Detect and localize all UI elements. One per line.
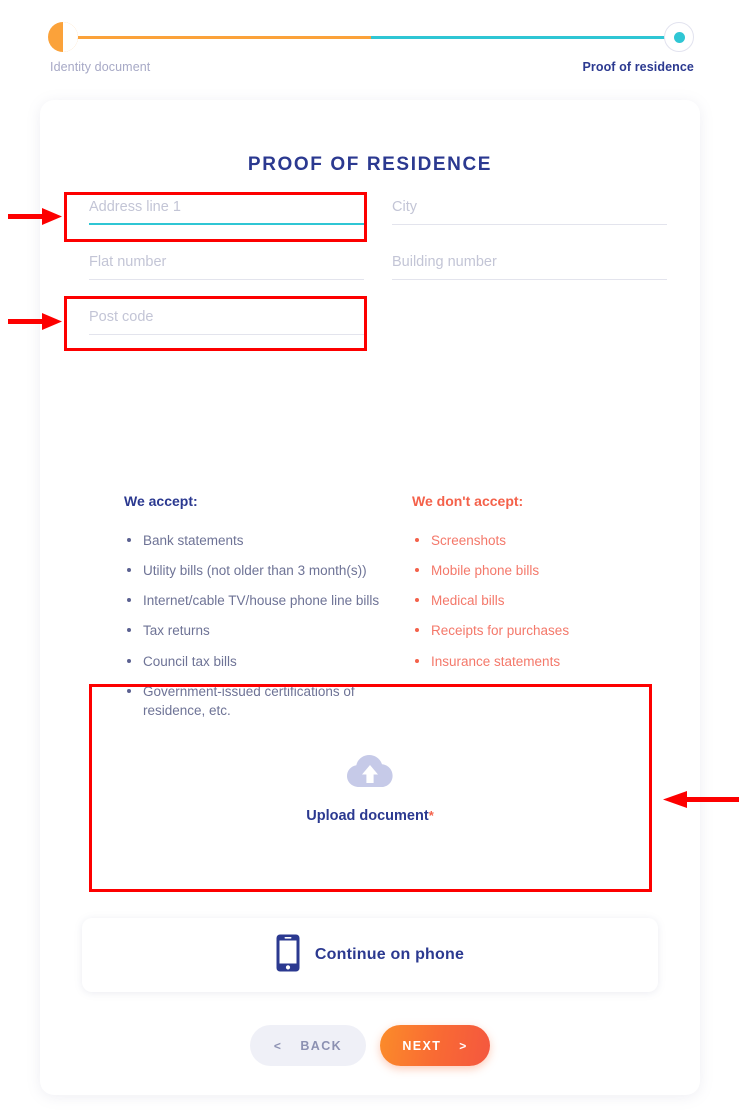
- rejected-documents-list: Screenshots Mobile phone bills Medical b…: [412, 531, 684, 671]
- back-button-label: BACK: [300, 1038, 343, 1053]
- progress-stepper: Identity document Proof of residence: [48, 22, 694, 82]
- stepper-node-proof-of-residence[interactable]: [664, 22, 694, 52]
- upload-document-label: Upload document*: [306, 808, 434, 824]
- stepper-track-completed: [58, 36, 371, 39]
- address-line-1-input[interactable]: [89, 195, 364, 225]
- list-item: Medical bills: [412, 591, 684, 610]
- proof-of-residence-card: PROOF OF RESIDENCE We accept: Bank state…: [40, 100, 700, 1095]
- list-item: Mobile phone bills: [412, 561, 684, 580]
- list-item: Screenshots: [412, 531, 684, 550]
- list-item: Utility bills (not older than 3 month(s)…: [124, 561, 412, 580]
- upload-document-text: Upload document: [306, 807, 429, 824]
- stepper-dot-icon: [673, 31, 685, 43]
- required-asterisk: *: [428, 807, 434, 823]
- post-code-input[interactable]: [89, 305, 364, 335]
- stepper-label-identity-document: Identity document: [50, 60, 151, 74]
- rejected-heading: We don't accept:: [412, 493, 524, 509]
- continue-on-phone-label: Continue on phone: [314, 946, 465, 963]
- chevron-right-icon: >: [459, 1038, 468, 1053]
- list-item: Receipts for purchases: [412, 621, 684, 640]
- list-item: Internet/cable TV/house phone line bills: [124, 591, 412, 610]
- next-button-label: NEXT: [402, 1038, 442, 1053]
- list-item: Council tax bills: [124, 652, 412, 671]
- field-post-code[interactable]: [89, 305, 364, 335]
- field-address-line-1[interactable]: [89, 195, 364, 225]
- field-building-number[interactable]: [392, 250, 667, 280]
- flat-number-input[interactable]: [89, 250, 364, 280]
- list-item: Bank statements: [124, 531, 412, 550]
- chevron-left-icon: <: [273, 1038, 283, 1053]
- mobile-phone-icon: [276, 934, 300, 977]
- building-number-input[interactable]: [392, 250, 667, 280]
- field-city[interactable]: [392, 195, 667, 225]
- cloud-upload-icon: [347, 754, 393, 794]
- stepper-track: [58, 36, 684, 39]
- stepper-label-proof-of-residence: Proof of residence: [582, 60, 694, 74]
- continue-on-phone-button[interactable]: Continue on phone: [82, 918, 658, 992]
- form-footer: < BACK NEXT >: [40, 1025, 700, 1066]
- list-item: Tax returns: [124, 621, 412, 640]
- back-button[interactable]: < BACK: [250, 1025, 366, 1066]
- accepted-heading: We accept:: [124, 493, 198, 509]
- page-title: PROOF OF RESIDENCE: [247, 154, 493, 175]
- city-input[interactable]: [392, 195, 667, 225]
- stepper-node-identity-document[interactable]: [48, 22, 78, 52]
- stepper-track-current: [371, 36, 684, 39]
- field-flat-number[interactable]: [89, 250, 364, 280]
- address-form: [89, 195, 667, 360]
- next-button[interactable]: NEXT >: [380, 1025, 490, 1066]
- half-circle-fill: [63, 22, 78, 52]
- list-item: Insurance statements: [412, 652, 684, 671]
- upload-document-dropzone[interactable]: Upload document*: [90, 686, 650, 892]
